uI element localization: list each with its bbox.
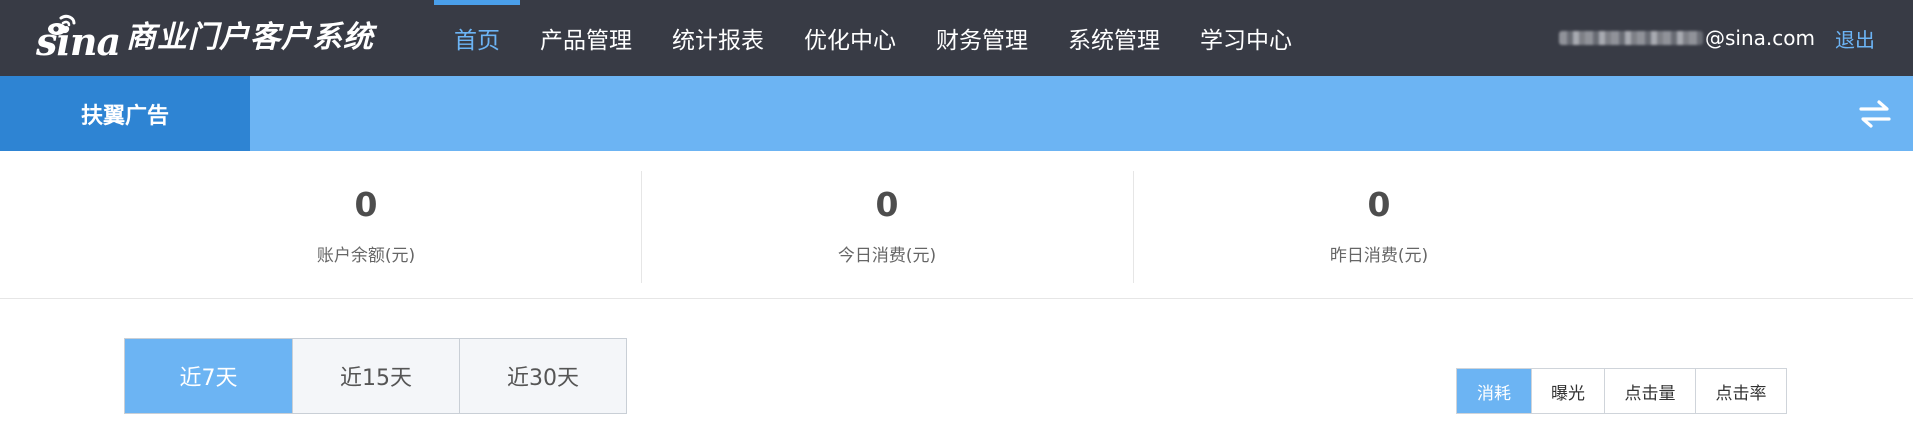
- top-navigation-bar: sina 商业门户客户系统 首页 产品管理 统计报表 优化中心 财务管理 系统管…: [0, 0, 1913, 76]
- metric-tab-ctr[interactable]: 点击率: [1695, 369, 1786, 413]
- sina-logo-icon: sina: [36, 12, 121, 64]
- stat-yesterday-spend: 0 昨日消费(元): [1254, 151, 1504, 299]
- nav-item-system[interactable]: 系统管理: [1048, 0, 1180, 76]
- stat-label: 昨日消费(元): [1329, 246, 1429, 266]
- period-tab-7-days[interactable]: 近7天: [125, 339, 292, 413]
- account-stats: 0 账户余额(元) 0 今日消费(元) 0 昨日消费(元): [0, 151, 1913, 299]
- product-tab-fuyi[interactable]: 扶翼广告: [0, 76, 250, 151]
- stat-value: 0: [354, 185, 378, 224]
- user-email: @sina.com: [1705, 26, 1815, 50]
- stat-today-spend: 0 今日消费(元): [762, 151, 1012, 299]
- nav-item-finance[interactable]: 财务管理: [916, 0, 1048, 76]
- logout-link[interactable]: 退出: [1835, 24, 1875, 53]
- stat-divider: [641, 171, 642, 283]
- metric-tab-clicks[interactable]: 点击量: [1604, 369, 1695, 413]
- nav-item-home[interactable]: 首页: [434, 0, 520, 76]
- logo[interactable]: sina 商业门户客户系统: [36, 12, 374, 64]
- logo-wordmark: sina: [36, 19, 121, 64]
- metric-tabs: 消耗 曝光 点击量 点击率: [1456, 368, 1787, 414]
- stat-value: 0: [1367, 185, 1391, 224]
- stat-label: 今日消费(元): [837, 246, 937, 266]
- stat-divider: [1133, 171, 1134, 283]
- stat-label: 账户余额(元): [316, 246, 416, 266]
- product-bar: 扶翼广告: [0, 76, 1913, 151]
- metric-tab-spend[interactable]: 消耗: [1457, 369, 1531, 413]
- metric-tab-impressions[interactable]: 曝光: [1531, 369, 1604, 413]
- system-title: 商业门户客户系统: [126, 20, 374, 55]
- stat-account-balance: 0 账户余额(元): [241, 151, 491, 299]
- swap-arrows-icon[interactable]: [1857, 96, 1893, 132]
- stat-value: 0: [875, 185, 899, 224]
- main-nav: 首页 产品管理 统计报表 优化中心 财务管理 系统管理 学习中心: [434, 0, 1312, 76]
- nav-item-products[interactable]: 产品管理: [520, 0, 652, 76]
- nav-item-optimization[interactable]: 优化中心: [784, 0, 916, 76]
- period-tab-30-days[interactable]: 近30天: [459, 339, 626, 413]
- period-tab-15-days[interactable]: 近15天: [292, 339, 459, 413]
- period-tabs: 近7天 近15天 近30天: [124, 338, 627, 414]
- user-area: @sina.com 退出: [1559, 0, 1875, 76]
- nav-item-learning[interactable]: 学习中心: [1180, 0, 1312, 76]
- nav-item-reports[interactable]: 统计报表: [652, 0, 784, 76]
- redacted-username: [1559, 31, 1704, 45]
